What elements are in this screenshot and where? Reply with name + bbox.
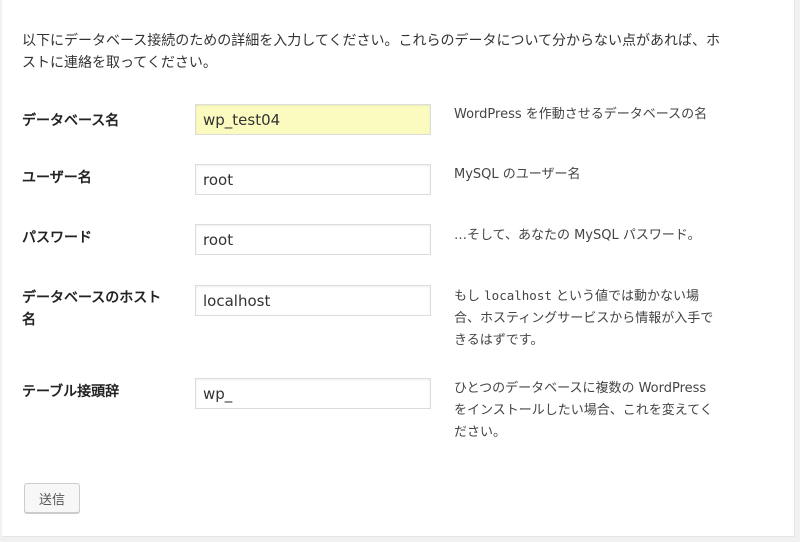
dbhost-description-line-1: もし localhost という値では動かない場 — [454, 285, 779, 308]
dbhost-description-line-2: 合、ホスティングサービスから情報が入手で — [454, 311, 714, 326]
dbhost-label-line-2: 名 — [22, 312, 36, 328]
password-description: …そして、あなたの MySQL パスワード。 — [454, 228, 701, 243]
username-description: MySQL のユーザー名 — [454, 167, 581, 182]
intro-line-1: 以下にデータベース接続のための詳細を入力してください。これらのデータについて分か… — [22, 33, 721, 49]
intro-line-2: ストに連絡を取ってください。 — [22, 55, 217, 71]
dbname-input[interactable] — [195, 104, 431, 135]
setup-form-panel: 以下にデータベース接続のための詳細を入力してください。これらのデータについて分か… — [2, 0, 795, 537]
submit-button[interactable]: 送信 — [24, 483, 80, 513]
dbname-label: データベース名 — [22, 113, 120, 129]
prefix-description-line-3: ださい。 — [454, 425, 507, 440]
password-input[interactable] — [195, 224, 431, 255]
dbhost-description-line-3: きるはずです。 — [454, 333, 544, 348]
password-label: パスワード — [22, 230, 92, 246]
dbhost-label-line-1: データベースのホスト — [22, 290, 162, 306]
prefix-input[interactable] — [195, 378, 431, 409]
prefix-description-line-1: ひとつのデータベースに複数の WordPress — [454, 381, 707, 396]
prefix-description-line-2: をインストールしたい場合、これを変えてく — [454, 403, 713, 418]
dbhost-description-code: localhost — [484, 288, 552, 303]
prefix-label: テーブル接頭辞 — [22, 384, 120, 400]
dbhost-label: データベースのホスト 名 — [22, 287, 180, 331]
dbhost-input[interactable] — [195, 285, 431, 316]
username-input[interactable] — [195, 164, 431, 195]
dbhost-description: もし localhost という値では動かない場 合、ホスティングサービスから情… — [454, 285, 779, 352]
intro-text: 以下にデータベース接続のための詳細を入力してください。これらのデータについて分か… — [22, 30, 787, 74]
dbhost-description-pre: もし — [454, 289, 485, 304]
dbhost-description-post: という値では動かない場 — [551, 289, 700, 304]
prefix-description: ひとつのデータベースに複数の WordPress をインストールしたい場合、これ… — [454, 378, 779, 444]
dbname-description: WordPress を作動させるデータベースの名 — [454, 107, 708, 122]
username-label: ユーザー名 — [22, 170, 92, 186]
